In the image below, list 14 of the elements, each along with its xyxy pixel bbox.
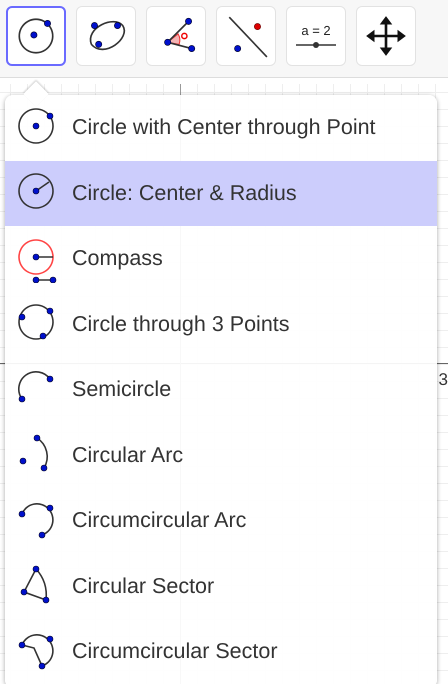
axis-label: 3 (438, 370, 448, 390)
menu-item[interactable]: Circular Arc (5, 422, 437, 488)
tool-button[interactable]: a = 2 (286, 6, 346, 66)
menu-item[interactable]: Circle through 3 Points (5, 292, 437, 357)
slider-icon (296, 41, 336, 49)
tool-button[interactable] (6, 6, 66, 66)
menu-item[interactable]: Semicircle (5, 357, 437, 422)
menu-item[interactable]: Circumcircular Arc (5, 488, 437, 554)
menu-item[interactable]: Compass (5, 226, 437, 292)
menu-item[interactable]: Circumcircular Sector (5, 619, 437, 684)
menu-item[interactable]: Circle with Center through Point (5, 95, 437, 160)
menu-item[interactable]: Circular Sector (5, 554, 437, 619)
menu-item[interactable]: Circle: Center & Radius (5, 160, 437, 226)
slider-label: a = 2 (301, 23, 331, 38)
